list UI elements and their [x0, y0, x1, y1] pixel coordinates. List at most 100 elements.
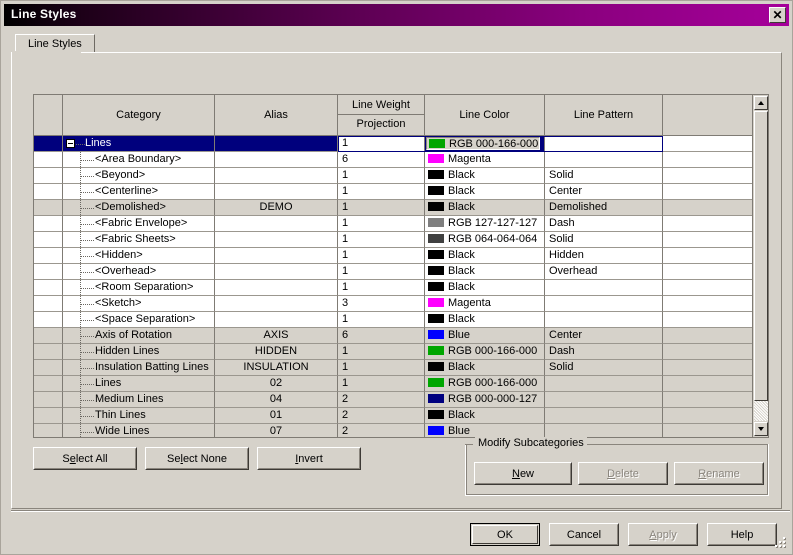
- cell-line-pattern[interactable]: Solid: [545, 168, 663, 184]
- cell-line-color[interactable]: RGB 127-127-127: [425, 216, 545, 232]
- cell-line-weight[interactable]: 1: [338, 136, 425, 152]
- cell-alias[interactable]: 01: [215, 408, 338, 424]
- table-row[interactable]: Lines 1 RGB 000-166-000: [34, 136, 752, 152]
- cell-category[interactable]: <Fabric Envelope>: [63, 216, 215, 232]
- cell-line-pattern[interactable]: Solid: [545, 232, 663, 248]
- cell-alias[interactable]: 04: [215, 392, 338, 408]
- cell-alias[interactable]: [215, 312, 338, 328]
- cell-line-pattern[interactable]: [545, 152, 663, 168]
- row-gutter[interactable]: [34, 392, 63, 408]
- cell-line-weight[interactable]: 1: [338, 376, 425, 392]
- cell-line-color[interactable]: Black: [425, 264, 545, 280]
- column-header-line-pattern[interactable]: Line Pattern: [545, 95, 663, 136]
- cell-category[interactable]: Lines: [63, 376, 215, 392]
- rename-subcategory-button[interactable]: Rename: [674, 462, 764, 485]
- cell-line-color[interactable]: Black: [425, 184, 545, 200]
- row-gutter[interactable]: [34, 296, 63, 312]
- cell-line-pattern[interactable]: [545, 136, 663, 152]
- tree-collapse-icon[interactable]: [66, 139, 75, 148]
- row-gutter[interactable]: [34, 264, 63, 280]
- cell-line-weight[interactable]: 1: [338, 344, 425, 360]
- cell-category[interactable]: <Fabric Sheets>: [63, 232, 215, 248]
- cell-line-weight[interactable]: 2: [338, 424, 425, 437]
- cell-alias[interactable]: 02: [215, 376, 338, 392]
- row-gutter[interactable]: [34, 200, 63, 216]
- cell-line-color[interactable]: Black: [425, 200, 545, 216]
- row-gutter[interactable]: [34, 152, 63, 168]
- scroll-down-button[interactable]: [754, 422, 768, 436]
- cell-category[interactable]: Lines: [63, 136, 215, 152]
- column-header-alias[interactable]: Alias: [215, 95, 338, 136]
- cell-alias[interactable]: [215, 152, 338, 168]
- scroll-up-button[interactable]: [754, 96, 768, 110]
- table-row[interactable]: <Demolished> DEMO 1 Black Demolished: [34, 200, 752, 216]
- column-header-extra[interactable]: [663, 95, 752, 136]
- cell-category[interactable]: Thin Lines: [63, 408, 215, 424]
- cell-category[interactable]: <Overhead>: [63, 264, 215, 280]
- table-row[interactable]: <Area Boundary> 6 Magenta: [34, 152, 752, 168]
- cell-line-weight[interactable]: 1: [338, 184, 425, 200]
- table-row[interactable]: <Centerline> 1 Black Center: [34, 184, 752, 200]
- table-row[interactable]: <Overhead> 1 Black Overhead: [34, 264, 752, 280]
- table-row[interactable]: <Sketch> 3 Magenta: [34, 296, 752, 312]
- cell-line-weight[interactable]: 2: [338, 392, 425, 408]
- cell-line-color[interactable]: Magenta: [425, 152, 545, 168]
- cell-line-weight[interactable]: 6: [338, 328, 425, 344]
- apply-button[interactable]: Apply: [628, 523, 698, 546]
- cell-line-pattern[interactable]: [545, 408, 663, 424]
- cell-alias[interactable]: 07: [215, 424, 338, 437]
- row-gutter[interactable]: [34, 360, 63, 376]
- cell-alias[interactable]: [215, 216, 338, 232]
- table-row[interactable]: Thin Lines 01 2 Black: [34, 408, 752, 424]
- cell-line-pattern[interactable]: Hidden: [545, 248, 663, 264]
- select-none-button[interactable]: Select None: [145, 447, 249, 470]
- cell-category[interactable]: <Sketch>: [63, 296, 215, 312]
- cell-category[interactable]: <Area Boundary>: [63, 152, 215, 168]
- cell-line-weight[interactable]: 1: [338, 216, 425, 232]
- cell-line-weight[interactable]: 1: [338, 360, 425, 376]
- cell-line-pattern[interactable]: Overhead: [545, 264, 663, 280]
- cell-alias[interactable]: INSULATION: [215, 360, 338, 376]
- cell-alias[interactable]: DEMO: [215, 200, 338, 216]
- cell-line-pattern[interactable]: Center: [545, 184, 663, 200]
- cell-line-weight[interactable]: 1: [338, 280, 425, 296]
- table-row[interactable]: <Room Separation> 1 Black: [34, 280, 752, 296]
- cell-line-color[interactable]: Black: [425, 248, 545, 264]
- cell-category[interactable]: Insulation Batting Lines: [63, 360, 215, 376]
- table-row[interactable]: Lines 02 1 RGB 000-166-000: [34, 376, 752, 392]
- cell-line-color[interactable]: Blue: [425, 328, 545, 344]
- help-button[interactable]: Help: [707, 523, 777, 546]
- row-gutter[interactable]: [34, 184, 63, 200]
- line-color-picker[interactable]: RGB 000-166-000: [426, 137, 540, 150]
- cell-line-weight[interactable]: 1: [338, 264, 425, 280]
- cell-line-weight[interactable]: 1: [338, 168, 425, 184]
- cell-category[interactable]: <Demolished>: [63, 200, 215, 216]
- ok-button[interactable]: OK: [470, 523, 540, 546]
- row-gutter[interactable]: [34, 136, 63, 152]
- cell-alias[interactable]: [215, 264, 338, 280]
- cell-line-pattern[interactable]: [545, 376, 663, 392]
- cell-line-weight[interactable]: 1: [338, 312, 425, 328]
- cell-category[interactable]: <Centerline>: [63, 184, 215, 200]
- cell-line-color[interactable]: Black: [425, 168, 545, 184]
- cell-line-pattern[interactable]: [545, 296, 663, 312]
- grid-vertical-scrollbar[interactable]: [752, 95, 768, 437]
- cell-line-color[interactable]: RGB 064-064-064: [425, 232, 545, 248]
- row-gutter[interactable]: [34, 280, 63, 296]
- cell-line-weight[interactable]: 2: [338, 408, 425, 424]
- cell-alias[interactable]: [215, 232, 338, 248]
- cell-line-pattern[interactable]: Dash: [545, 216, 663, 232]
- table-row[interactable]: Insulation Batting Lines INSULATION 1 Black…: [34, 360, 752, 376]
- table-row[interactable]: <Fabric Envelope> 1 RGB 127-127-127 Dash: [34, 216, 752, 232]
- cell-category[interactable]: <Beyond>: [63, 168, 215, 184]
- cell-category[interactable]: <Hidden>: [63, 248, 215, 264]
- cell-line-weight[interactable]: 3: [338, 296, 425, 312]
- cell-line-pattern[interactable]: Dash: [545, 344, 663, 360]
- cell-line-color[interactable]: RGB 000-000-127: [425, 392, 545, 408]
- column-header-line-color[interactable]: Line Color: [425, 95, 545, 136]
- table-row[interactable]: <Space Separation> 1 Black: [34, 312, 752, 328]
- row-gutter[interactable]: [34, 328, 63, 344]
- cell-line-color[interactable]: RGB 000-166-000: [425, 344, 545, 360]
- table-row[interactable]: Medium Lines 04 2 RGB 000-000-127: [34, 392, 752, 408]
- row-gutter[interactable]: [34, 312, 63, 328]
